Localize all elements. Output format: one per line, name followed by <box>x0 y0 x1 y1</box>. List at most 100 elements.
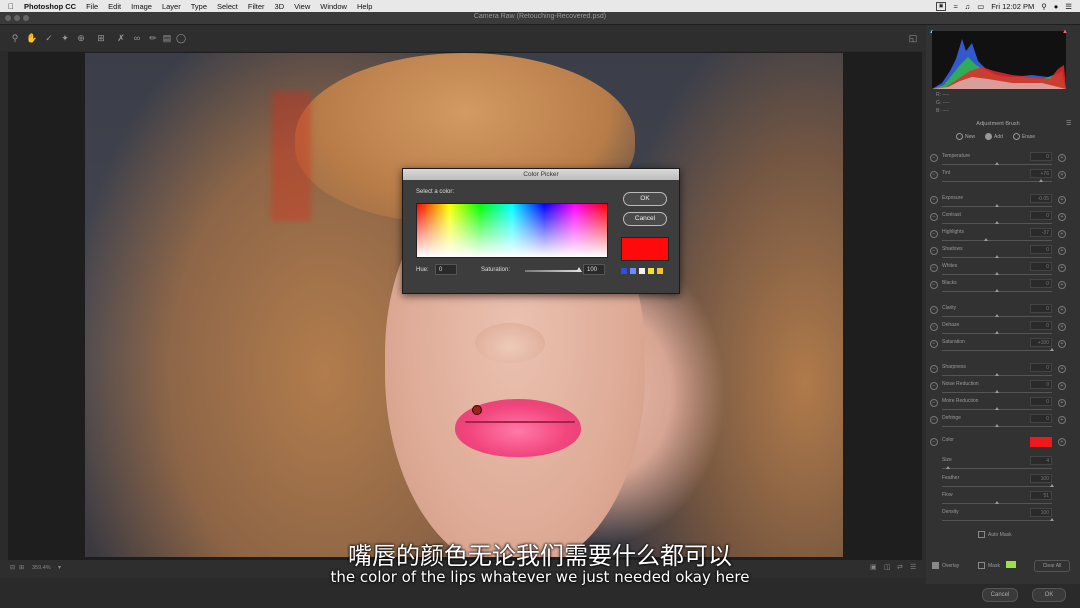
slider-minus-icon[interactable]: − <box>930 306 938 314</box>
brush-thumb[interactable] <box>945 466 950 469</box>
slider-value-input[interactable]: -37 <box>1030 228 1052 237</box>
slider-thumb[interactable] <box>995 221 999 224</box>
slider-minus-icon[interactable]: − <box>930 264 938 272</box>
cancel-button[interactable]: Cancel <box>623 212 667 226</box>
slider-value-input[interactable]: 0 <box>1030 279 1052 288</box>
brush-value-input[interactable]: 100 <box>1030 508 1052 517</box>
search-icon[interactable]: ⚲ <box>1041 2 1047 11</box>
slider-plus-icon[interactable]: + <box>1058 416 1066 424</box>
slider-thumb[interactable] <box>995 331 999 334</box>
brush-thumb[interactable] <box>995 501 999 504</box>
camera-raw-ok-button[interactable]: OK <box>1032 588 1066 602</box>
slider-minus-icon[interactable]: − <box>930 399 938 407</box>
slider-plus-icon[interactable]: + <box>1058 213 1066 221</box>
camera-raw-cancel-button[interactable]: Cancel <box>982 588 1018 602</box>
brush-value-input[interactable]: 4 <box>1030 456 1052 465</box>
adjustment-brush-icon[interactable]: ✏ <box>148 33 158 43</box>
menu-layer[interactable]: Layer <box>162 2 181 11</box>
menu-select[interactable]: Select <box>217 2 238 11</box>
menu-window[interactable]: Window <box>320 2 347 11</box>
list-icon[interactable]: ☰ <box>1065 2 1072 11</box>
slider-minus-icon[interactable]: − <box>930 382 938 390</box>
color-swatch-2[interactable] <box>630 268 636 274</box>
color-plus-icon[interactable]: + <box>1058 438 1066 446</box>
slider-minus-icon[interactable]: − <box>930 171 938 179</box>
slider-minus-icon[interactable]: − <box>930 213 938 221</box>
slider-track[interactable] <box>942 181 1052 182</box>
highlight-clipping-icon[interactable]: ▲ <box>1062 29 1068 35</box>
slider-value-input[interactable]: 0 <box>1030 414 1052 423</box>
slider-minus-icon[interactable]: − <box>930 340 938 348</box>
slider-plus-icon[interactable]: + <box>1058 196 1066 204</box>
menu-image[interactable]: Image <box>131 2 152 11</box>
brush-track[interactable] <box>942 468 1052 469</box>
slider-value-input[interactable]: 0 <box>1030 245 1052 254</box>
wifi-icon[interactable]: ≈ <box>953 2 957 11</box>
color-swatch-4[interactable] <box>648 268 654 274</box>
targeted-adjustment-tool-icon[interactable]: ⊕ <box>76 33 86 43</box>
brush-track[interactable] <box>942 520 1052 521</box>
radial-filter-icon[interactable]: ◯ <box>176 33 186 43</box>
menu-edit[interactable]: Edit <box>108 2 121 11</box>
slider-minus-icon[interactable]: − <box>930 196 938 204</box>
slider-plus-icon[interactable]: + <box>1058 340 1066 348</box>
slider-minus-icon[interactable]: − <box>930 416 938 424</box>
slider-value-input[interactable]: +100 <box>1030 338 1052 347</box>
color-swatch-3[interactable] <box>639 268 645 274</box>
color-swatch[interactable] <box>1030 437 1052 447</box>
mode-new[interactable]: New <box>956 133 975 140</box>
slider-plus-icon[interactable]: + <box>1058 281 1066 289</box>
slider-thumb[interactable] <box>1039 179 1043 182</box>
slider-plus-icon[interactable]: + <box>1058 323 1066 331</box>
slider-plus-icon[interactable]: + <box>1058 154 1066 162</box>
menu-3d[interactable]: 3D <box>275 2 285 11</box>
saturation-slider-thumb[interactable] <box>576 267 582 272</box>
toggle-fullscreen-icon[interactable]: ◱ <box>908 33 918 43</box>
slider-thumb[interactable] <box>995 314 999 317</box>
slider-plus-icon[interactable]: + <box>1058 171 1066 179</box>
ok-button[interactable]: OK <box>623 192 667 206</box>
panel-menu-icon[interactable]: ☰ <box>1066 120 1071 127</box>
adjustment-pin[interactable] <box>472 405 482 415</box>
slider-minus-icon[interactable]: − <box>930 154 938 162</box>
brush-value-input[interactable]: 51 <box>1030 491 1052 500</box>
slider-minus-icon[interactable]: − <box>930 281 938 289</box>
display-icon[interactable]: ▣ <box>935 1 947 11</box>
slider-plus-icon[interactable]: + <box>1058 264 1066 272</box>
slider-thumb[interactable] <box>995 424 999 427</box>
slider-minus-icon[interactable]: − <box>930 365 938 373</box>
slider-thumb[interactable] <box>995 204 999 207</box>
slider-thumb[interactable] <box>995 407 999 410</box>
slider-value-input[interactable]: 0 <box>1030 211 1052 220</box>
color-sampler-tool-icon[interactable]: ✦ <box>60 33 70 43</box>
slider-plus-icon[interactable]: + <box>1058 382 1066 390</box>
slider-track[interactable] <box>942 240 1052 241</box>
slider-value-input[interactable]: 0 <box>1030 152 1052 161</box>
slider-track[interactable] <box>942 350 1052 351</box>
slider-minus-icon[interactable]: − <box>930 230 938 238</box>
red-eye-tool-icon[interactable]: ∞ <box>132 33 142 43</box>
slider-thumb[interactable] <box>984 238 988 241</box>
menu-file[interactable]: File <box>86 2 98 11</box>
user-icon[interactable]: ● <box>1054 2 1059 11</box>
mode-add[interactable]: Add <box>985 133 1003 140</box>
color-spectrum-field[interactable] <box>416 203 608 258</box>
slider-value-input[interactable]: 0 <box>1030 363 1052 372</box>
mode-erase[interactable]: Erase <box>1012 133 1035 140</box>
slider-thumb[interactable] <box>995 373 999 376</box>
slider-thumb[interactable] <box>995 272 999 275</box>
hand-tool-icon[interactable]: ✋ <box>26 33 37 43</box>
slider-value-input[interactable]: +76 <box>1030 169 1052 178</box>
slider-minus-icon[interactable]: − <box>930 247 938 255</box>
color-swatch-1[interactable] <box>621 268 627 274</box>
slider-thumb[interactable] <box>995 255 999 258</box>
slider-plus-icon[interactable]: + <box>1058 247 1066 255</box>
hue-input[interactable]: 0 <box>435 264 457 275</box>
battery-icon[interactable]: ▭ <box>977 2 984 11</box>
menu-type[interactable]: Type <box>191 2 207 11</box>
slider-plus-icon[interactable]: + <box>1058 399 1066 407</box>
slider-plus-icon[interactable]: + <box>1058 306 1066 314</box>
brush-track[interactable] <box>942 486 1052 487</box>
preview-photo[interactable] <box>85 53 843 557</box>
brush-thumb[interactable] <box>1050 484 1054 487</box>
